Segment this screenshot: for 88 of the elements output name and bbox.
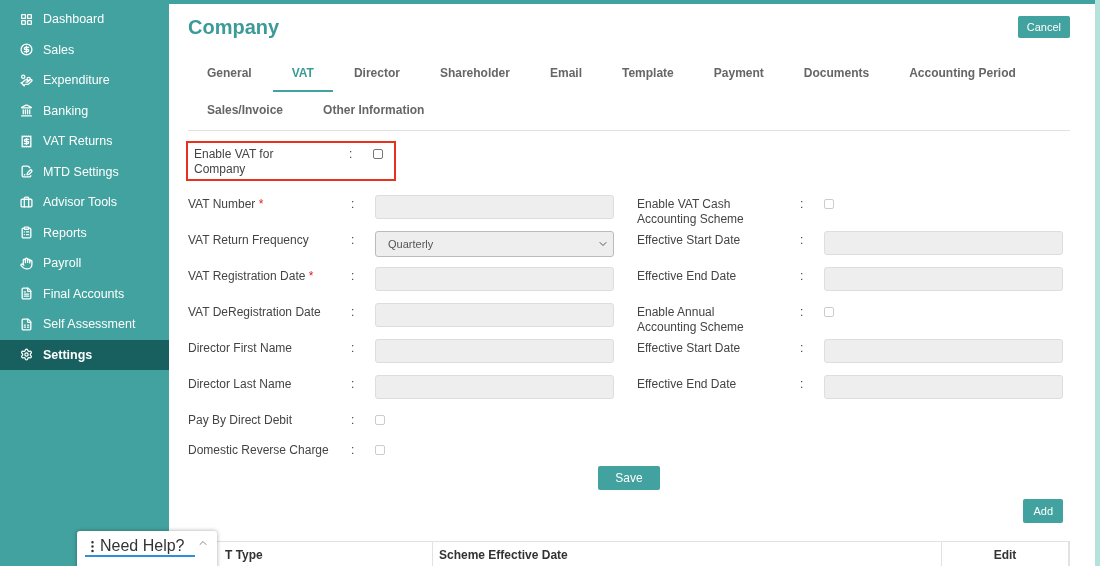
save-button[interactable]: Save: [598, 466, 660, 490]
tab[interactable]: Other Information: [304, 93, 444, 129]
field-label: Domestic Reverse Charge: [188, 442, 330, 458]
input-field[interactable]: [824, 231, 1063, 255]
colon-separator: :: [351, 340, 356, 355]
tab[interactable]: Template: [603, 56, 693, 92]
tab[interactable]: Director: [334, 56, 419, 92]
input-field[interactable]: [824, 339, 1063, 363]
colon-separator: :: [349, 146, 354, 161]
nav-icon: [20, 12, 33, 26]
sidebar-item[interactable]: Payroll: [0, 248, 169, 279]
sidebar-item[interactable]: Dashboard: [0, 4, 169, 35]
colon-separator: :: [800, 340, 805, 355]
colon-separator: :: [800, 196, 805, 211]
sidebar-item[interactable]: Settings: [0, 339, 169, 370]
select-field[interactable]: Quarterly: [375, 231, 614, 257]
checkbox[interactable]: [824, 199, 834, 209]
checkbox[interactable]: [824, 307, 834, 317]
colon-separator: :: [351, 442, 356, 457]
nav-icon: [20, 317, 33, 331]
nav-icon: [20, 256, 33, 270]
colon-separator: :: [351, 304, 356, 319]
sidebar-item[interactable]: Reports: [0, 217, 169, 248]
checkbox[interactable]: [375, 415, 385, 425]
nav-icon: [20, 104, 33, 118]
checkbox[interactable]: [373, 149, 383, 159]
colon-separator: :: [351, 232, 356, 247]
nav-icon: [20, 73, 33, 87]
field-label: Enable Annual Accounting Scheme: [637, 304, 745, 335]
tab[interactable]: Accounting Period: [890, 56, 1035, 92]
sidebar-item[interactable]: Advisor Tools: [0, 187, 169, 218]
nav-icon: [20, 165, 33, 179]
colon-separator: :: [351, 412, 356, 427]
nav-icon: [20, 134, 33, 148]
nav-icon: [20, 226, 33, 240]
input-field[interactable]: [375, 267, 614, 291]
colon-separator: :: [351, 376, 356, 391]
colon-separator: :: [351, 196, 356, 211]
page-title: Company: [188, 16, 280, 39]
input-field[interactable]: [824, 375, 1063, 399]
column-header: Edit: [942, 542, 1069, 566]
input-field[interactable]: [375, 339, 614, 363]
field-label: Effective End Date: [637, 376, 738, 392]
field-label: Enable VAT Cash Accounting Scheme: [637, 196, 745, 227]
field-label: Enable VAT for Company: [194, 146, 275, 177]
sidebar-item[interactable]: Final Accounts: [0, 278, 169, 309]
sidebar-item[interactable]: Sales: [0, 34, 169, 65]
tab[interactable]: Payment: [694, 56, 783, 92]
sidebar-item[interactable]: MTD Settings: [0, 156, 169, 187]
input-field[interactable]: [824, 267, 1063, 291]
checkbox[interactable]: [375, 445, 385, 455]
field-label: VAT Number *: [188, 196, 265, 212]
colon-separator: :: [800, 304, 805, 319]
field-label: Effective End Date: [637, 268, 738, 284]
help-label: Need Help?: [85, 537, 195, 557]
field-label: VAT Registration Date *: [188, 268, 315, 284]
tab[interactable]: Email: [530, 56, 601, 92]
field-label: Pay By Direct Debit: [188, 412, 294, 428]
input-field[interactable]: [375, 303, 614, 327]
field-label: Effective Start Date: [637, 340, 742, 356]
tab[interactable]: Sales/Invoice: [188, 93, 303, 129]
column-header: Scheme Effective Date: [433, 542, 942, 566]
add-button[interactable]: Add: [1023, 499, 1063, 523]
nav-icon: [20, 348, 33, 362]
help-widget[interactable]: Need Help?: [77, 531, 217, 566]
sidebar-item[interactable]: Self Assessment: [0, 309, 169, 340]
field-label: Director Last Name: [188, 376, 293, 392]
colon-separator: :: [800, 268, 805, 283]
field-label: VAT DeRegistration Date: [188, 304, 322, 320]
tab[interactable]: VAT: [272, 56, 333, 92]
sidebar-item[interactable]: Expenditure: [0, 65, 169, 96]
input-field[interactable]: [375, 195, 614, 219]
colon-separator: :: [351, 268, 356, 283]
nav-icon: [20, 287, 33, 301]
tab[interactable]: Shareholder: [420, 56, 529, 92]
input-field[interactable]: [375, 375, 614, 399]
field-label: VAT Return Frequency: [188, 232, 310, 248]
cancel-button[interactable]: Cancel: [1017, 16, 1070, 38]
nav-icon: [20, 195, 33, 209]
colon-separator: :: [800, 376, 805, 391]
tab[interactable]: Documents: [784, 56, 889, 92]
tab[interactable]: General: [188, 56, 271, 92]
field-label: Effective Start Date: [637, 232, 742, 248]
sidebar-item[interactable]: VAT Returns: [0, 126, 169, 157]
sidebar-item[interactable]: Banking: [0, 95, 169, 126]
nav-icon: [20, 43, 33, 57]
colon-separator: :: [800, 232, 805, 247]
field-label: Director First Name: [188, 340, 293, 356]
